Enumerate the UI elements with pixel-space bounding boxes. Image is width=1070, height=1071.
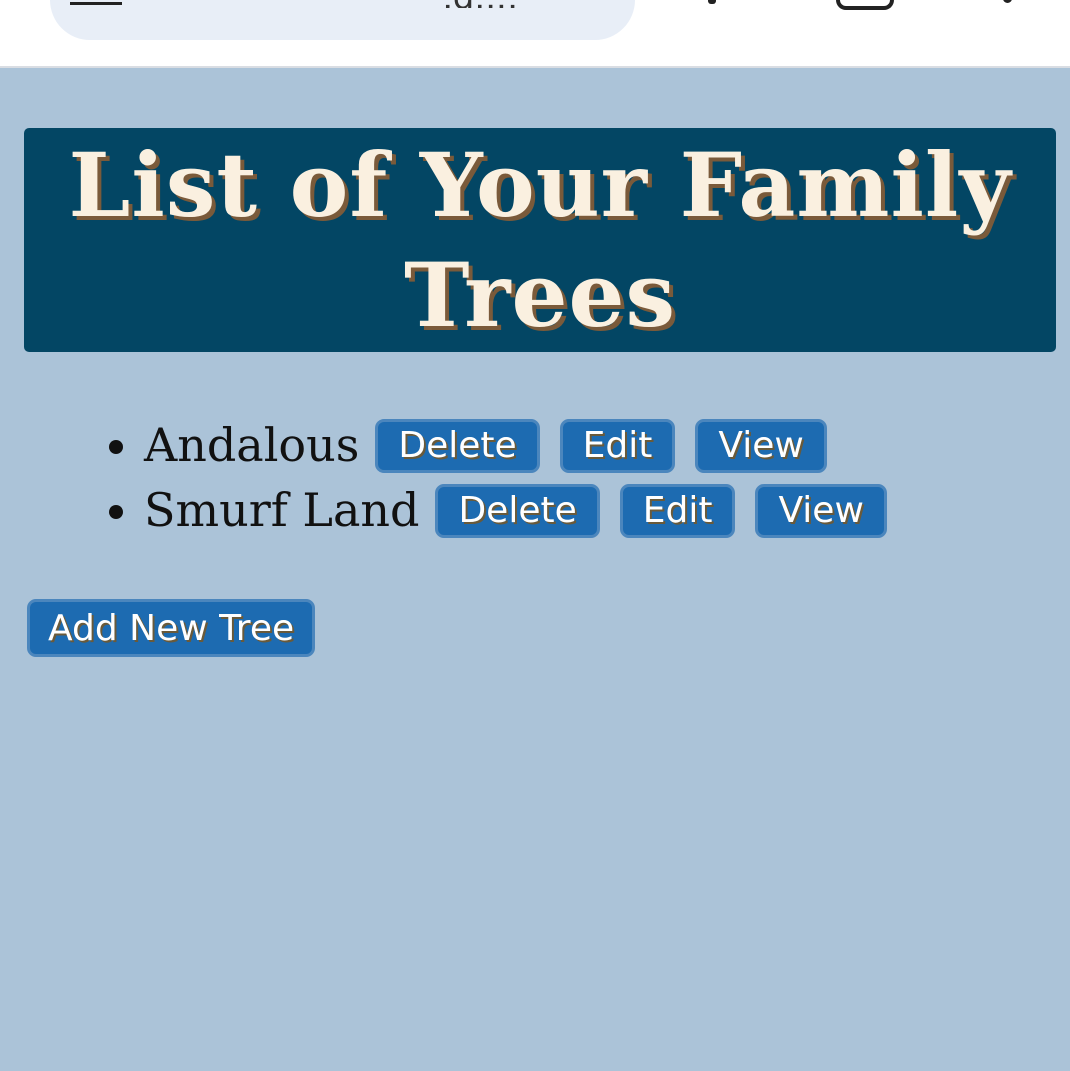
download-icon[interactable]: [708, 0, 716, 4]
more-options-icon[interactable]: [1003, 0, 1012, 3]
tree-name: Smurf Land: [144, 483, 420, 537]
delete-button[interactable]: Delete: [375, 418, 540, 473]
view-button[interactable]: View: [755, 483, 887, 538]
tree-name: Andalous: [144, 418, 360, 472]
title-banner: List of Your Family Trees: [24, 128, 1056, 352]
edit-button[interactable]: Edit: [559, 418, 676, 473]
view-button[interactable]: View: [695, 418, 827, 473]
edit-button[interactable]: Edit: [619, 483, 736, 538]
address-bar-text: ,g...,: [442, 0, 602, 8]
add-new-tree-button[interactable]: Add New Tree: [27, 599, 316, 657]
browser-toolbar: ,g...,: [0, 0, 1070, 68]
page-title: List of Your Family Trees: [68, 133, 1012, 347]
list-item: Andalous Delete Edit View: [144, 413, 907, 478]
tab-switcher-icon[interactable]: [836, 0, 894, 10]
list-item: Smurf Land Delete Edit View: [144, 478, 907, 543]
tree-list: Andalous Delete Edit View Smurf Land Del…: [0, 413, 907, 543]
hamburger-menu-icon[interactable]: [70, 0, 122, 5]
delete-button[interactable]: Delete: [435, 483, 600, 538]
